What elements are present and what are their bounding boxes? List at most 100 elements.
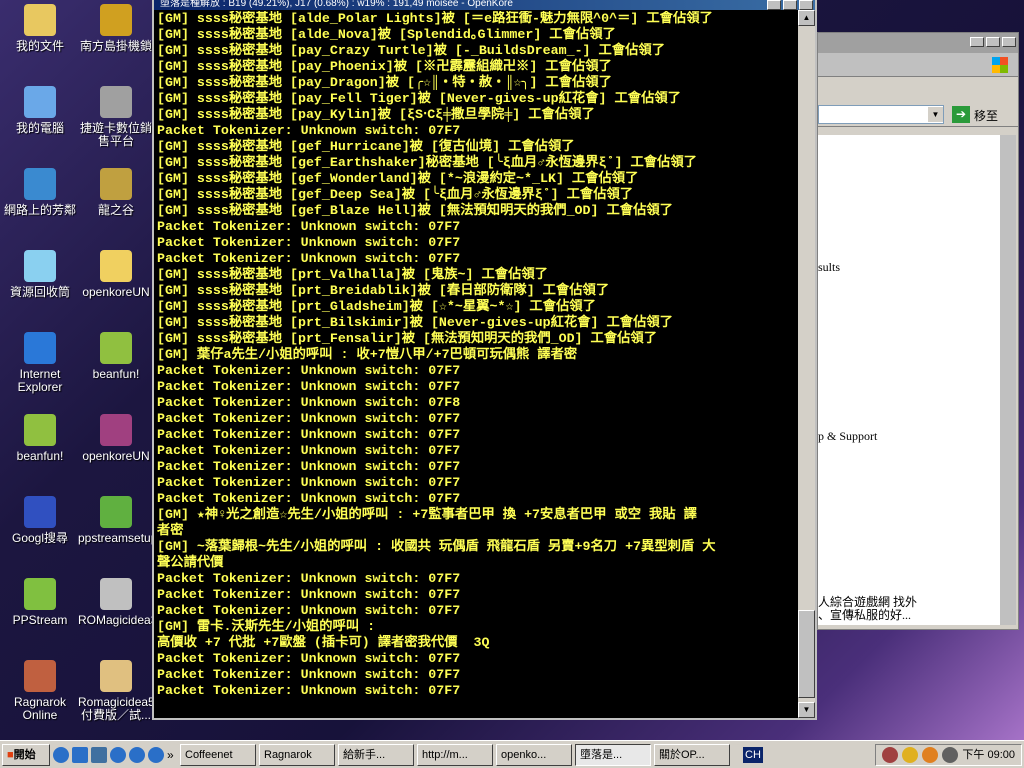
quicklaunch-icon[interactable] bbox=[53, 746, 69, 763]
desktop-icon-image bbox=[24, 4, 56, 36]
desktop-icon-label: Googl搜尋 bbox=[11, 531, 69, 545]
volume-icon[interactable] bbox=[942, 746, 959, 763]
console-line: Packet Tokenizer: Unknown switch: 07F8 bbox=[157, 395, 461, 410]
desktop-icon-label: Romagicidea5付費版／試... bbox=[78, 695, 155, 722]
quicklaunch-icon[interactable] bbox=[72, 746, 88, 763]
console-line: Packet Tokenizer: Unknown switch: 07F7 bbox=[157, 587, 461, 602]
maximize-button[interactable] bbox=[783, 0, 797, 10]
scroll-up-icon[interactable]: ▲ bbox=[798, 10, 815, 26]
ie-icon[interactable] bbox=[129, 746, 145, 763]
tray-icon[interactable] bbox=[882, 746, 899, 763]
desktop-icon[interactable]: Romagicidea5付費版／試... bbox=[78, 660, 155, 722]
language-indicator[interactable]: CH bbox=[743, 746, 763, 763]
taskbar-button[interactable]: Ragnarok bbox=[259, 743, 335, 766]
desktop-icon-label: 捷遊卡數位銷售平台 bbox=[79, 121, 152, 148]
desktop-icon[interactable]: 我的電腦 bbox=[2, 86, 78, 135]
desktop-icon-image bbox=[24, 660, 56, 692]
console-line: [GM] ssss秘密基地 [prt_Fensalir]被 [無法預知明天的我們… bbox=[157, 331, 658, 346]
console-line: Packet Tokenizer: Unknown switch: 07F7 bbox=[157, 219, 461, 234]
desktop-icon-image bbox=[24, 332, 56, 364]
desktop-icon-label: ppstreamsetup bbox=[78, 531, 158, 545]
desktop-icon[interactable]: ROMagicidea3 bbox=[78, 578, 158, 627]
console-line: [GM] ssss秘密基地 [pay_Kylin]被 [ξS‧Cξ╪撒旦學院╪]… bbox=[157, 107, 595, 122]
console-scrollbar[interactable]: ▲ ▼ bbox=[798, 10, 815, 718]
scroll-thumb[interactable] bbox=[798, 610, 815, 698]
desktop-icon[interactable]: openkoreUN bbox=[78, 414, 154, 463]
go-arrow-icon[interactable]: ➔ bbox=[952, 106, 970, 123]
quicklaunch-icon[interactable] bbox=[110, 746, 126, 763]
console-line: [GM] ssss秘密基地 [alde_Polar Lights]被 [＝e路狂… bbox=[157, 11, 713, 26]
clock[interactable]: 下午 09:00 bbox=[962, 745, 1015, 765]
desktop-icon-label: PPStream bbox=[12, 613, 68, 627]
console-line: [GM] ~落葉歸根~先生/小姐的呼叫 : 收國共 玩偶盾 飛龍石盾 另賣+9名… bbox=[157, 539, 716, 554]
console-line: Packet Tokenizer: Unknown switch: 07F7 bbox=[157, 491, 461, 506]
more-chevron-icon[interactable]: » bbox=[167, 748, 177, 762]
maximize-button[interactable] bbox=[986, 37, 1000, 47]
console-line: [GM] ssss秘密基地 [gef_Hurricane]被 [復古仙境] 工會… bbox=[157, 139, 575, 154]
taskbar-button[interactable]: 墮落是... bbox=[575, 743, 651, 766]
console-line: Packet Tokenizer: Unknown switch: 07F7 bbox=[157, 571, 461, 586]
page-snippet[interactable]: p & Support bbox=[818, 429, 877, 444]
address-input[interactable] bbox=[818, 105, 944, 124]
console-line: [GM] ssss秘密基地 [gef_Earthshaker]秘密基地 [╰ξ血… bbox=[157, 155, 697, 170]
console-line: [GM] ssss秘密基地 [alde_Nova]被 [Splendid｡Gli… bbox=[157, 27, 616, 42]
desktop-icon-image bbox=[100, 4, 132, 36]
desktop-icon[interactable]: ppstreamsetup bbox=[78, 496, 158, 545]
console-line: [GM] ssss秘密基地 [gef_Wonderland]被 [*~浪漫約定~… bbox=[157, 171, 639, 186]
ie-page: sults p & Support 人綜合遊戲網 找外 、宣傳私服的好... bbox=[818, 135, 1000, 625]
desktop-icon-label: beanfun! bbox=[92, 367, 140, 381]
console-line: 聲公請代價 bbox=[157, 555, 224, 570]
console-line: Packet Tokenizer: Unknown switch: 07F7 bbox=[157, 379, 461, 394]
console-line: Packet Tokenizer: Unknown switch: 07F7 bbox=[157, 251, 461, 266]
close-button[interactable] bbox=[799, 0, 813, 10]
desktop-icon[interactable]: 資源回收筒 bbox=[2, 250, 78, 299]
address-dropdown-icon[interactable]: ▼ bbox=[928, 107, 943, 122]
go-button[interactable]: 移至 bbox=[974, 107, 998, 124]
desktop-icon[interactable]: 捷遊卡數位銷售平台 bbox=[78, 86, 154, 148]
windows-flag-icon: ■ bbox=[7, 748, 14, 761]
ie-titlebar[interactable] bbox=[818, 33, 1018, 53]
desktop-icon[interactable]: 網路上的芳鄰 bbox=[2, 168, 78, 217]
ie-icon[interactable] bbox=[148, 746, 164, 763]
desktop-icon[interactable]: 我的文件 bbox=[2, 4, 78, 53]
quicklaunch-icon[interactable] bbox=[91, 746, 107, 763]
desktop-icon-image bbox=[24, 496, 56, 528]
minimize-button[interactable] bbox=[970, 37, 984, 47]
page-snippet: sults bbox=[818, 260, 841, 274]
taskbar-button[interactable]: 關於OP... bbox=[654, 743, 730, 766]
taskbar: ■開始 » Coffeenet Ragnarok 給新手... http://m...… bbox=[0, 740, 1024, 768]
desktop-icon-image bbox=[24, 250, 56, 282]
taskbar-button[interactable]: 給新手... bbox=[338, 743, 414, 766]
desktop-icon[interactable]: PPStream bbox=[2, 578, 78, 627]
console-line: [GM] ssss秘密基地 [prt_Bilskimir]被 [Never-gi… bbox=[157, 315, 673, 330]
desktop-icon[interactable]: openkoreUN bbox=[78, 250, 154, 299]
desktop-icon-label: ROMagicidea3 bbox=[78, 613, 158, 627]
windows-logo-icon bbox=[992, 57, 1008, 73]
close-button[interactable] bbox=[1002, 37, 1016, 47]
desktop-icon[interactable]: Internet Explorer bbox=[2, 332, 78, 394]
console-titlebar[interactable]: 墮落是種解放 : B19 (49.21%), J17 (0.68%) : w19… bbox=[154, 0, 815, 10]
minimize-button[interactable] bbox=[767, 0, 781, 10]
tray-icon[interactable] bbox=[922, 746, 939, 763]
desktop-icon[interactable]: Googl搜尋 bbox=[2, 496, 78, 545]
openkore-console-window: 墮落是種解放 : B19 (49.21%), J17 (0.68%) : w19… bbox=[152, 0, 817, 720]
desktop-icon[interactable]: beanfun! bbox=[78, 332, 154, 381]
taskbar-button[interactable]: http://m... bbox=[417, 743, 493, 766]
console-line: [GM] 雷卡.沃斯先生/小姐的呼叫 : bbox=[157, 619, 376, 634]
tray-icon[interactable] bbox=[902, 746, 919, 763]
desktop-icon[interactable]: Ragnarok Online bbox=[2, 660, 78, 722]
taskbar-button[interactable]: openko... bbox=[496, 743, 572, 766]
ie-scrollbar[interactable] bbox=[1000, 135, 1016, 625]
console-line: Packet Tokenizer: Unknown switch: 07F7 bbox=[157, 443, 461, 458]
desktop-icon-label: 我的電腦 bbox=[15, 121, 64, 135]
desktop-icon[interactable]: 龍之谷 bbox=[78, 168, 154, 217]
scroll-down-icon[interactable]: ▼ bbox=[798, 702, 815, 718]
console-line: [GM] ssss秘密基地 [prt_Gladsheim]被 [☆*~星翼~*☆… bbox=[157, 299, 596, 314]
desktop-icon-image bbox=[24, 86, 56, 118]
console-line: Packet Tokenizer: Unknown switch: 07F7 bbox=[157, 475, 461, 490]
desktop-icon[interactable]: 南方島掛機鎖 bbox=[78, 4, 154, 53]
desktop-icon[interactable]: beanfun! bbox=[2, 414, 78, 463]
desktop: 我的文件 南方島掛機鎖 我的電腦 捷遊卡數位銷售平台 網路上的芳鄰 龍之谷 資源回收筒 ope… bbox=[0, 0, 158, 740]
start-button[interactable]: ■開始 bbox=[2, 743, 50, 766]
taskbar-button[interactable]: Coffeenet bbox=[180, 743, 256, 766]
